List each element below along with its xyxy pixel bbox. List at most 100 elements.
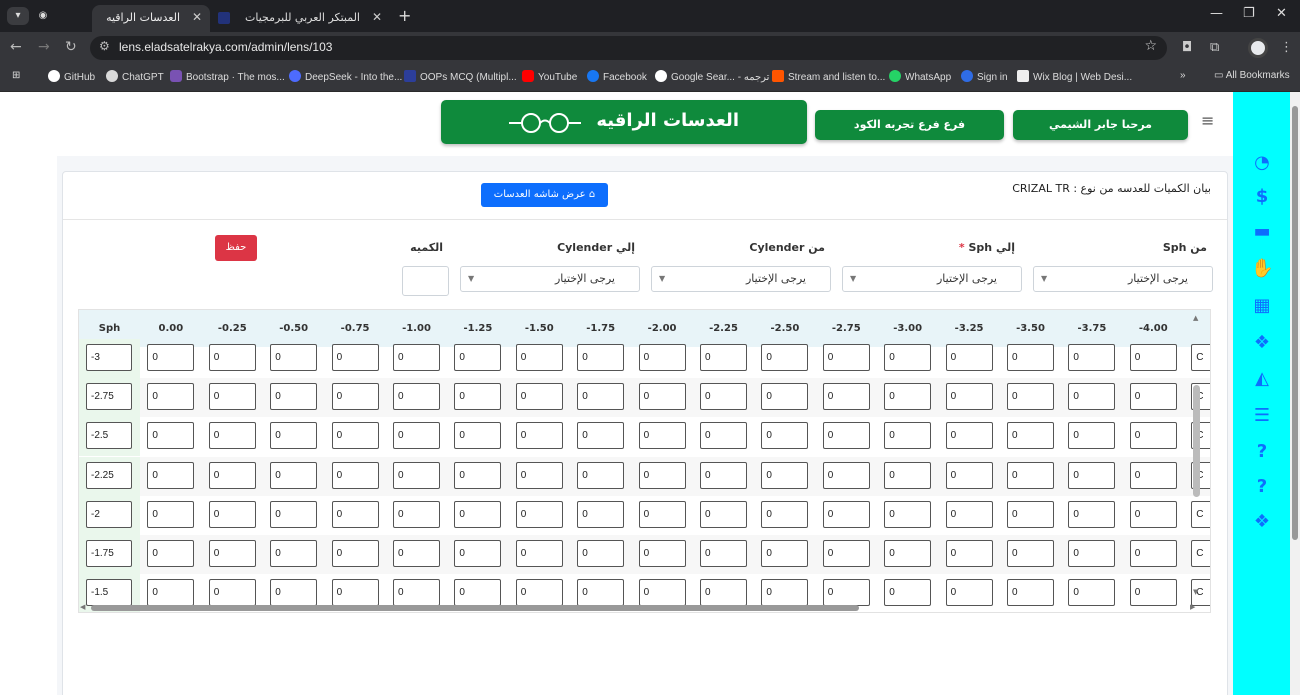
grid-vscroll-thumb[interactable]	[1193, 385, 1200, 497]
apps-icon[interactable]: ⊞	[12, 70, 20, 81]
handshake-icon[interactable]: ✋	[1251, 258, 1273, 280]
tab-active[interactable]: العدسات الراقيه ✕	[92, 5, 210, 32]
menu-icon[interactable]: ⋮	[1280, 40, 1293, 55]
save-button[interactable]: حفظ	[215, 235, 257, 261]
sph-value-input[interactable]: -1.75	[86, 540, 132, 567]
sph-value-input[interactable]: -2.5	[86, 422, 132, 450]
quantity-cell-input[interactable]: 0	[208, 422, 256, 450]
quantity-cell-input[interactable]: 0	[1068, 540, 1116, 567]
quantity-cell-input[interactable]: 0	[147, 422, 195, 450]
quantity-cell-input[interactable]: 0	[454, 344, 502, 371]
quantity-cell-input[interactable]: 0	[331, 344, 379, 371]
quantity-cell-input[interactable]: 0	[270, 540, 318, 567]
page-scrollbar[interactable]	[1290, 92, 1300, 695]
quantity-cell-input[interactable]: 0	[454, 383, 502, 411]
quantity-cell-input[interactable]: 0	[945, 500, 993, 528]
sph-value-input[interactable]: -3	[86, 344, 132, 371]
quantity-cell-input[interactable]: 0	[1007, 500, 1054, 528]
quantity-cell-input[interactable]: 0	[577, 422, 625, 450]
quantity-cell-input[interactable]: 0	[822, 461, 870, 489]
quantity-cell-input[interactable]: 0	[638, 540, 686, 567]
sliders-icon[interactable]: ☰	[1251, 405, 1273, 427]
quantity-cell-input[interactable]: 0	[822, 500, 870, 528]
help-icon[interactable]: ?	[1251, 441, 1273, 463]
extensions-icon[interactable]: ⧉	[1210, 40, 1219, 55]
cubes-icon[interactable]: ❖	[1251, 332, 1273, 354]
bookmark-whatsapp[interactable]: WhatsApp	[889, 70, 951, 83]
quantity-cell-input[interactable]: 0	[945, 422, 993, 450]
close-tab-icon[interactable]: ✕	[372, 5, 382, 30]
scroll-up-icon[interactable]: ▲	[1193, 314, 1198, 322]
quantity-cell-input[interactable]: 0	[1068, 500, 1116, 528]
to-sph-select[interactable]: يرجى الإختيار ▼	[842, 266, 1022, 292]
quantity-cell-input[interactable]: 0	[945, 540, 993, 567]
bookmark-deepseek[interactable]: DeepSeek - Into the...	[289, 70, 402, 83]
quantity-cell-input[interactable]: 0	[208, 344, 256, 371]
quantity-cell-input[interactable]: 0	[331, 500, 379, 528]
quantity-cell-input[interactable]: 0	[1007, 422, 1054, 450]
quantity-cell-input[interactable]: 0	[208, 500, 256, 528]
quantity-cell-input[interactable]: 0	[331, 461, 379, 489]
quantity-cell-input[interactable]: 0	[822, 422, 870, 450]
scroll-right-icon[interactable]: ▶	[1190, 603, 1195, 611]
quantity-cell-input[interactable]: 0	[700, 422, 747, 450]
quantity-cell-input[interactable]: 0	[945, 461, 993, 489]
quantity-cell-input[interactable]: 0	[393, 461, 440, 489]
dashboard-icon[interactable]: ◔	[1251, 152, 1273, 174]
bookmark-github[interactable]: GitHub	[48, 70, 95, 83]
reload-icon[interactable]: ↻	[65, 39, 77, 55]
quantity-cell-input[interactable]: 0	[1007, 344, 1054, 371]
quantity-cell-input[interactable]: 0	[147, 500, 195, 528]
page-scroll-thumb[interactable]	[1292, 106, 1298, 540]
quantity-cell-input[interactable]: 0	[270, 500, 318, 528]
quantity-cell-input[interactable]: 0	[1129, 461, 1177, 489]
quantity-cell-input[interactable]: 0	[515, 540, 563, 567]
quantity-cell-input[interactable]: 0	[454, 500, 502, 528]
quantity-cell-input[interactable]: 0	[577, 344, 625, 371]
quantity-cell-input[interactable]: 0	[270, 422, 318, 450]
tab-search-button[interactable]: ▾	[7, 7, 29, 25]
quantity-cell-input[interactable]: 0	[577, 500, 625, 528]
bookmark-soundcloud[interactable]: Stream and listen to...	[772, 70, 885, 83]
quantity-cell-input[interactable]: 0	[147, 461, 195, 489]
quantity-cell-input[interactable]: 0	[515, 500, 563, 528]
quantity-cell-input[interactable]: 0	[700, 383, 747, 411]
quantity-cell-input[interactable]: 0	[331, 540, 379, 567]
quantity-cell-input[interactable]: 0	[638, 422, 686, 450]
site-info-icon[interactable]: ⚙	[99, 39, 110, 53]
quantity-cell-input[interactable]: 0	[945, 383, 993, 411]
quantity-cell-input[interactable]: 0	[884, 422, 932, 450]
quantity-cell-input[interactable]: 0	[454, 540, 502, 567]
to-cyl-select[interactable]: يرجى الإختيار ▼	[460, 266, 640, 292]
quantity-cell-input[interactable]: 0	[331, 422, 379, 450]
quantity-cell-input[interactable]: 0	[1007, 383, 1054, 411]
quantity-cell-input[interactable]: 0	[638, 461, 686, 489]
quantity-cell-input[interactable]: 0	[884, 461, 932, 489]
quantity-cell-input[interactable]: 0	[638, 383, 686, 411]
quantity-cell-input[interactable]: 0	[515, 422, 563, 450]
card-icon[interactable]: ▬	[1251, 221, 1273, 243]
quantity-cell-input[interactable]: 0	[1129, 540, 1177, 567]
calculator-icon[interactable]: ▦	[1251, 295, 1273, 317]
quantity-cell-input[interactable]: 0	[1007, 540, 1054, 567]
new-tab-button[interactable]: +	[398, 6, 411, 25]
quantity-cell-input[interactable]: 0	[393, 422, 440, 450]
quantity-cell-input[interactable]: 0	[1007, 461, 1054, 489]
quantity-cell-input[interactable]: 0	[515, 344, 563, 371]
quantity-cell-input[interactable]: 0	[761, 383, 809, 411]
quantity-cell-input[interactable]: 0	[577, 461, 625, 489]
sph-value-input[interactable]: -2.75	[86, 383, 132, 411]
quantity-cell-input[interactable]: 0	[393, 540, 440, 567]
quantity-cell-input[interactable]: 0	[1129, 344, 1177, 371]
branch-button[interactable]: فرع فرع تجربه الكود	[815, 110, 1004, 140]
quantity-cell-input[interactable]: 0	[1068, 422, 1116, 450]
quantity-cell-input[interactable]: 0	[761, 540, 809, 567]
quantity-cell-input[interactable]: 0	[270, 383, 318, 411]
quantity-cell-input[interactable]: 0	[1068, 344, 1116, 371]
bookmark-bootstrap[interactable]: Bootstrap · The mos...	[170, 70, 285, 83]
tab-inactive[interactable]: المبتكر العربي للبرمجيات ✕	[214, 5, 390, 32]
quantity-cell-input[interactable]: 0	[577, 383, 625, 411]
quantity-cell-input[interactable]: 0	[393, 500, 440, 528]
quantity-cell-input[interactable]: 0	[945, 344, 993, 371]
hamburger-menu-icon[interactable]: ≡	[1201, 111, 1214, 130]
